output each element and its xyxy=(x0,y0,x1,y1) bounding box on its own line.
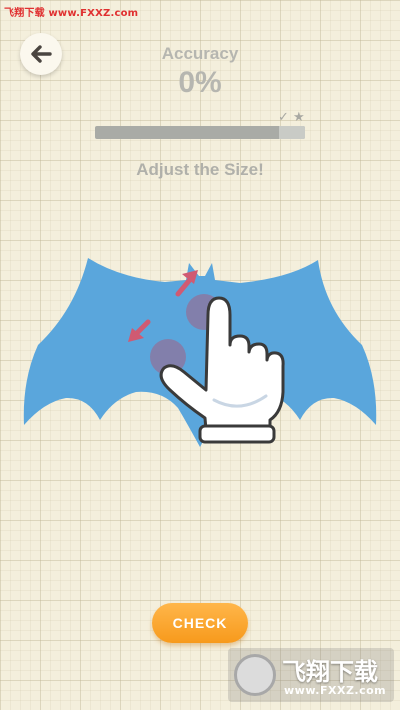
accuracy-value: 0% xyxy=(178,66,222,99)
watermark-logo-icon xyxy=(234,654,276,696)
instruction-text: Adjust the Size! xyxy=(136,160,264,179)
watermark-url: www.FXXZ.com xyxy=(284,684,387,697)
game-canvas[interactable] xyxy=(0,250,400,460)
progress-marks: ✓ ★ xyxy=(278,110,305,125)
bottom-watermark: 飞翔下载 www.FXXZ.com xyxy=(228,648,394,702)
check-button[interactable]: CHECK xyxy=(152,603,248,643)
accuracy-progress-bar xyxy=(95,126,305,139)
progress-threshold xyxy=(279,126,305,139)
accuracy-label: Accuracy xyxy=(161,44,239,63)
bat-shape[interactable] xyxy=(23,258,377,447)
watermark-title: 飞翔下载 xyxy=(282,658,378,686)
top-watermark: 飞翔下载 www.FXXZ.com xyxy=(4,8,139,19)
